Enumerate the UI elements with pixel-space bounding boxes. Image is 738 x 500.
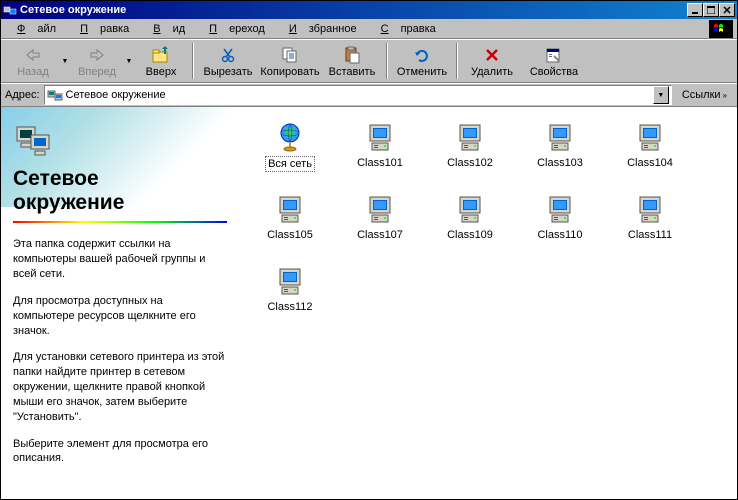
close-button[interactable] xyxy=(719,3,735,17)
forward-arrow-icon xyxy=(87,45,107,65)
computer-item[interactable]: Class102 xyxy=(425,117,515,189)
up-button[interactable]: Вверх xyxy=(133,41,189,81)
properties-button[interactable]: Свойства xyxy=(523,41,585,81)
window-controls xyxy=(687,3,735,17)
computer-item[interactable]: Class107 xyxy=(335,189,425,261)
entire-network-item[interactable]: Вся сеть xyxy=(245,117,335,189)
side-paragraph: Эта папка содержит ссылки на компьютеры … xyxy=(13,237,227,282)
computer-icon xyxy=(634,121,666,153)
computer-item[interactable]: Class110 xyxy=(515,189,605,261)
computer-icon xyxy=(274,193,306,225)
computer-icon xyxy=(364,193,396,225)
computer-icon xyxy=(544,121,576,153)
computer-icon xyxy=(274,265,306,297)
menu-edit[interactable]: Правка xyxy=(68,21,141,37)
copy-button[interactable]: Копировать xyxy=(259,41,321,81)
item-label: Class105 xyxy=(265,228,315,242)
item-label: Class102 xyxy=(445,156,495,170)
toolbar-separator xyxy=(192,43,194,79)
back-arrow-icon xyxy=(23,45,43,65)
side-paragraph: Для установки сетевого принтера из этой … xyxy=(13,350,227,424)
app-icon xyxy=(3,3,17,17)
network-neighborhood-icon xyxy=(13,119,53,159)
titlebar: Сетевое окружение xyxy=(1,1,737,19)
address-dropdown[interactable]: ▼ xyxy=(653,86,669,104)
address-input[interactable]: Сетевое окружение ▼ xyxy=(44,85,672,105)
globe-icon xyxy=(274,121,306,153)
item-label: Вся сеть xyxy=(265,156,315,172)
back-dropdown[interactable]: ▼ xyxy=(61,41,69,81)
forward-button[interactable]: Вперед xyxy=(69,41,125,81)
paste-icon xyxy=(342,45,362,65)
side-paragraph: Выберите элемент для просмотра его описа… xyxy=(13,437,227,467)
item-label: Class112 xyxy=(265,300,314,314)
paste-button[interactable]: Вставить xyxy=(321,41,383,81)
icon-pane[interactable]: Вся сеть Class101 Class102 Class103 Class104… xyxy=(239,107,737,499)
forward-dropdown[interactable]: ▼ xyxy=(125,41,133,81)
item-label: Class111 xyxy=(626,228,674,242)
toolbar-separator xyxy=(386,43,388,79)
undo-button[interactable]: Отменить xyxy=(391,41,453,81)
computer-item[interactable]: Class111 xyxy=(605,189,695,261)
menu-go[interactable]: Переход xyxy=(197,21,277,37)
properties-icon xyxy=(544,45,564,65)
menu-fav[interactable]: Избранное xyxy=(277,21,369,37)
window-title: Сетевое окружение xyxy=(20,4,687,16)
scissors-icon xyxy=(218,45,238,65)
item-label: Class110 xyxy=(535,228,584,242)
computer-icon xyxy=(544,193,576,225)
computer-icon xyxy=(634,193,666,225)
menu-help[interactable]: Справка xyxy=(369,21,448,37)
item-label: Class107 xyxy=(355,228,405,242)
menubar: Файл Правка Вид Переход Избранное Справк… xyxy=(1,19,737,39)
minimize-button[interactable] xyxy=(687,3,703,17)
computer-item[interactable]: Class104 xyxy=(605,117,695,189)
computer-icon xyxy=(364,121,396,153)
addressbar: Адрес: Сетевое окружение ▼ Ссылки » xyxy=(1,83,737,107)
content-area: Сетевое окружение Эта папка содержит ссы… xyxy=(1,107,737,499)
network-icon xyxy=(47,87,63,103)
computer-item[interactable]: Class103 xyxy=(515,117,605,189)
side-paragraph: Для просмотра доступных на компьютере ре… xyxy=(13,294,227,339)
delete-button[interactable]: Удалить xyxy=(461,41,523,81)
item-label: Class101 xyxy=(355,156,405,170)
computer-icon xyxy=(454,121,486,153)
copy-icon xyxy=(280,45,300,65)
toolbar-separator xyxy=(456,43,458,79)
window: Сетевое окружение Файл Правка Вид Перехо… xyxy=(0,0,738,500)
menu-view[interactable]: Вид xyxy=(141,21,197,37)
side-title: Сетевое окружение xyxy=(13,167,227,215)
folder-up-icon xyxy=(151,45,171,65)
menu-file[interactable]: Файл xyxy=(5,21,68,37)
computer-item[interactable]: Class101 xyxy=(335,117,425,189)
cut-button[interactable]: Вырезать xyxy=(197,41,259,81)
back-button[interactable]: Назад xyxy=(5,41,61,81)
computer-item[interactable]: Class112 xyxy=(245,261,335,333)
computer-item[interactable]: Class105 xyxy=(245,189,335,261)
computer-icon xyxy=(454,193,486,225)
item-label: Class103 xyxy=(535,156,585,170)
address-value: Сетевое окружение xyxy=(66,89,166,101)
address-label: Адрес: xyxy=(5,89,40,101)
delete-icon xyxy=(482,45,502,65)
side-panel: Сетевое окружение Эта папка содержит ссы… xyxy=(1,107,239,499)
computer-item[interactable]: Class109 xyxy=(425,189,515,261)
item-label: Class104 xyxy=(625,156,675,170)
toolbar: Назад ▼ Вперед ▼ Вверх Вырезать Копирова… xyxy=(1,39,737,83)
windows-logo-icon xyxy=(709,20,733,38)
links-button[interactable]: Ссылки » xyxy=(676,89,733,101)
rainbow-rule xyxy=(13,221,227,223)
maximize-button[interactable] xyxy=(703,3,719,17)
undo-icon xyxy=(412,45,432,65)
item-label: Class109 xyxy=(445,228,495,242)
